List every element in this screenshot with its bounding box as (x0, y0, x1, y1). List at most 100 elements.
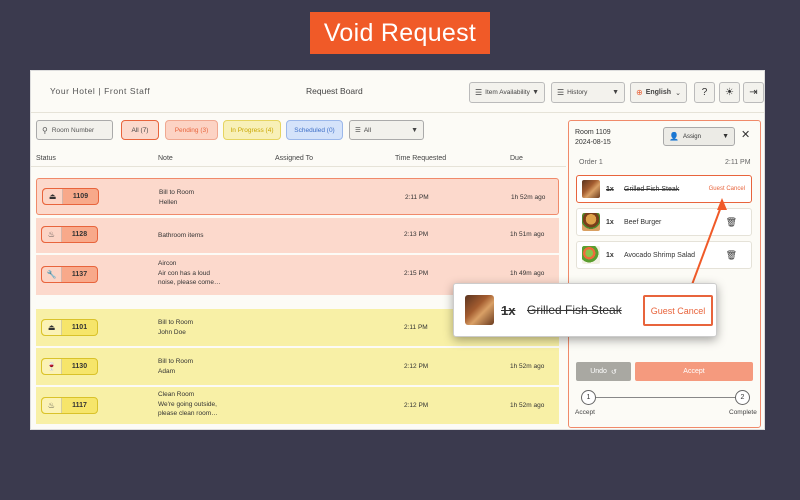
row-note: Bill to Room Hellen (159, 188, 194, 207)
room-service-icon: ⏏ (42, 320, 62, 335)
order-item[interactable]: 1x Avocado Shrimp Salad 🗑 (576, 241, 752, 269)
table-row[interactable]: 🍷 1130 Bill to Room Adam 2:12 PM 1h 52m … (36, 348, 559, 385)
row-time: 2:12 PM (404, 363, 429, 370)
table-header: Status Note Assigned To Time Requested D… (31, 153, 566, 167)
step-complete-label: Complete (729, 409, 757, 416)
wrench-icon: 🔧 (42, 267, 62, 282)
order-label: Order 1 (579, 159, 603, 166)
request-detail-panel: Room 1109 2024-08-15 👤 Assign ▼ ✕ Order … (568, 120, 761, 428)
chevron-down-icon: ⌄ (675, 89, 681, 97)
logout-icon: ⇥ (749, 87, 758, 98)
note-line: John Doe (158, 328, 186, 336)
hotel-name: Your Hotel | Front Staff (50, 86, 151, 96)
item-name: Grilled Fish Steak (624, 185, 680, 193)
chip-in-progress[interactable]: In Progress (4) (223, 120, 281, 140)
user-icon: 👤 (669, 132, 679, 141)
undo-button[interactable]: Undo ↺ (576, 362, 631, 381)
row-due: 1h 51m ago (510, 231, 545, 238)
zoom-item-name: Grilled Fish Steak (527, 303, 622, 317)
order-time: 2:11 PM (725, 159, 751, 166)
row-note: Clean Room We're going outside, please c… (158, 390, 218, 419)
step-complete: 2 (735, 390, 750, 405)
history-select[interactable]: ☰ History ▼ (551, 82, 625, 103)
note-line: Bill to Room (158, 358, 194, 365)
header-status: Status (36, 155, 56, 162)
item-qty: 1x (606, 185, 614, 193)
zoom-guest-cancel-tag: Guest Cancel (643, 295, 713, 326)
room-number: 1128 (71, 231, 88, 238)
room-badge: 🔧 1137 (41, 266, 98, 283)
note-line: Hellen (159, 198, 178, 206)
globe-icon: ⊕ (636, 88, 643, 97)
food-image (582, 213, 600, 231)
logout-button[interactable]: ⇥ (743, 82, 764, 103)
note-line: Bill to Room (158, 319, 194, 326)
row-time: 2:11 PM (404, 324, 428, 331)
guest-cancel-tag: Guest Cancel (708, 186, 745, 192)
chip-all[interactable]: All (7) (121, 120, 159, 140)
room-number: 1101 (71, 324, 88, 331)
header-time: Time Requested (395, 155, 447, 162)
table-row[interactable]: ⏏ 1109 Bill to Room Hellen 2:11 PM 1h 52… (36, 178, 559, 215)
food-image (465, 295, 494, 325)
table-row[interactable]: ♨ 1128 Bathroom items 2:13 PM 1h 51m ago (36, 218, 559, 253)
row-time: 2:12 PM (404, 402, 429, 409)
note-line: Clean Room (158, 391, 195, 398)
assign-label: Assign (682, 133, 701, 140)
note-line: Air con has a loud (158, 269, 211, 277)
room-number: 1130 (71, 363, 88, 370)
table-row[interactable]: ♨ 1117 Clean Room We're going outside, p… (36, 387, 559, 424)
room-badge: ⏏ 1109 (42, 188, 99, 205)
page-banner: Void Request (310, 12, 490, 54)
help-button[interactable]: ? (694, 82, 715, 103)
theme-button[interactable]: ☀ (719, 82, 740, 103)
note-line: please clean room… (158, 410, 218, 417)
close-icon[interactable]: ✕ (741, 128, 750, 141)
help-icon: ? (701, 87, 708, 98)
language-select[interactable]: ⊕ English ⌄ (630, 82, 687, 103)
row-note: Bill to Room John Doe (158, 318, 193, 337)
room-search-input[interactable]: ⚲ Room Number (36, 120, 113, 140)
note-line: Aircon (158, 260, 177, 267)
caret-down-icon: ▼ (411, 126, 418, 134)
note-line: Bathroom items (158, 232, 204, 239)
status-filter-select[interactable]: ☰ All ▼ (349, 120, 424, 140)
step-accept-label: Accept (575, 409, 595, 416)
assign-select[interactable]: 👤 Assign ▼ (663, 127, 735, 146)
item-qty: 1x (606, 251, 614, 259)
row-time: 2:11 PM (405, 194, 429, 201)
chip-pending[interactable]: Pending (3) (165, 120, 218, 140)
board-title: Request Board (306, 86, 363, 96)
accept-button[interactable]: Accept (635, 362, 753, 381)
food-image (582, 180, 600, 198)
item-name: Avocado Shrimp Salad (624, 251, 696, 259)
trash-icon[interactable]: 🗑 (726, 250, 737, 261)
row-time: 2:15 PM (404, 270, 429, 277)
trash-icon[interactable]: 🗑 (726, 217, 737, 228)
search-placeholder: Room Number (51, 126, 95, 134)
caret-down-icon: ▼ (722, 133, 729, 140)
note-line: Adam (158, 367, 175, 375)
room-badge: ⏏ 1101 (41, 319, 98, 336)
chip-scheduled[interactable]: Scheduled (0) (286, 120, 343, 140)
item-name: Beef Burger (624, 218, 662, 226)
top-bar: Your Hotel | Front Staff Request Board ☰… (31, 71, 764, 113)
row-note: Aircon Air con has a loud noise, please … (158, 259, 221, 288)
row-note: Bathroom items (158, 231, 204, 241)
row-time: 2:13 PM (404, 231, 429, 238)
status-filter-label: All (363, 126, 372, 134)
order-item[interactable]: 1x Grilled Fish Steak Guest Cancel (576, 175, 752, 203)
room-number: 1117 (72, 402, 87, 409)
progress-line (589, 397, 739, 398)
note-line: Bill to Room (159, 189, 195, 196)
item-availability-select[interactable]: ☰ Item Availability ▼ (469, 82, 545, 103)
room-service-icon: ⏏ (43, 189, 63, 204)
row-due: 1h 52m ago (510, 363, 545, 370)
app-window: Your Hotel | Front Staff Request Board ☰… (30, 70, 765, 430)
history-label: History (567, 89, 588, 96)
order-item[interactable]: 1x Beef Burger 🗑 (576, 208, 752, 236)
step-accept: 1 (581, 390, 596, 405)
toiletries-icon: ♨ (42, 227, 62, 242)
zoom-qty: 1x (501, 303, 516, 318)
row-due: 1h 49m ago (510, 270, 545, 277)
